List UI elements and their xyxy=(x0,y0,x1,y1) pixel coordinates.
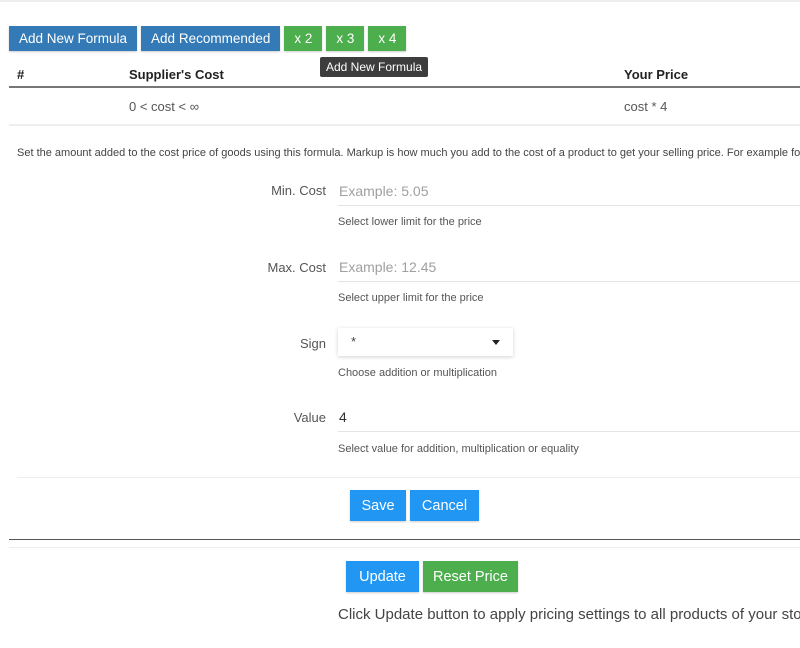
tooltip: Add New Formula xyxy=(320,57,429,77)
update-note: Click Update button to apply pricing set… xyxy=(338,606,800,623)
add-new-formula-button[interactable]: Add New Formula xyxy=(9,26,138,51)
form-divider xyxy=(17,477,800,478)
max-cost-label: Max. Cost xyxy=(267,260,326,275)
row-suppliers-cost: 0 < cost < ∞ xyxy=(129,99,199,114)
sign-select[interactable]: * xyxy=(338,328,513,356)
formula-toolbar: Add New Formula Add Recommended x 2 x 3 … xyxy=(9,26,407,51)
form-actions: Save Cancel xyxy=(350,490,479,521)
header-suppliers-cost: Supplier's Cost xyxy=(129,67,224,82)
sign-selected-value: * xyxy=(351,334,357,349)
max-cost-input[interactable] xyxy=(338,252,800,282)
sign-label: Sign xyxy=(299,336,326,351)
min-cost-help: Select lower limit for the price xyxy=(338,216,482,228)
caret-down-icon xyxy=(492,340,500,345)
pricing-rules-page: Add New Formula Add Recommended x 2 x 3 … xyxy=(0,0,800,648)
min-cost-label: Min. Cost xyxy=(271,183,326,198)
multiplier-x2-button[interactable]: x 2 xyxy=(284,26,323,51)
cancel-button[interactable]: Cancel xyxy=(410,490,479,521)
min-cost-input[interactable] xyxy=(338,176,800,206)
pricing-actions: Update Reset Price xyxy=(346,561,518,592)
top-divider xyxy=(0,0,800,2)
reset-price-button[interactable]: Reset Price xyxy=(423,561,518,592)
row-your-price: cost * 4 xyxy=(624,99,668,114)
header-index: # xyxy=(17,67,25,82)
save-button[interactable]: Save xyxy=(350,490,406,521)
value-help: Select value for addition, multiplicatio… xyxy=(338,443,579,455)
value-input[interactable] xyxy=(338,402,800,432)
add-recommended-button[interactable]: Add Recommended xyxy=(141,26,281,51)
header-your-price: Your Price xyxy=(624,67,689,82)
max-cost-help: Select upper limit for the price xyxy=(338,292,484,304)
value-label: Value xyxy=(293,410,326,425)
multiplier-x4-button[interactable]: x 4 xyxy=(368,26,407,51)
formula-description: Set the amount added to the cost price o… xyxy=(17,147,800,159)
section-divider xyxy=(9,539,800,540)
table-row[interactable]: 0 < cost < ∞ cost * 4 xyxy=(9,88,800,126)
update-button[interactable]: Update xyxy=(346,561,419,592)
section-divider-light xyxy=(9,547,800,548)
sign-help: Choose addition or multiplication xyxy=(338,367,497,379)
multiplier-x3-button[interactable]: x 3 xyxy=(326,26,365,51)
